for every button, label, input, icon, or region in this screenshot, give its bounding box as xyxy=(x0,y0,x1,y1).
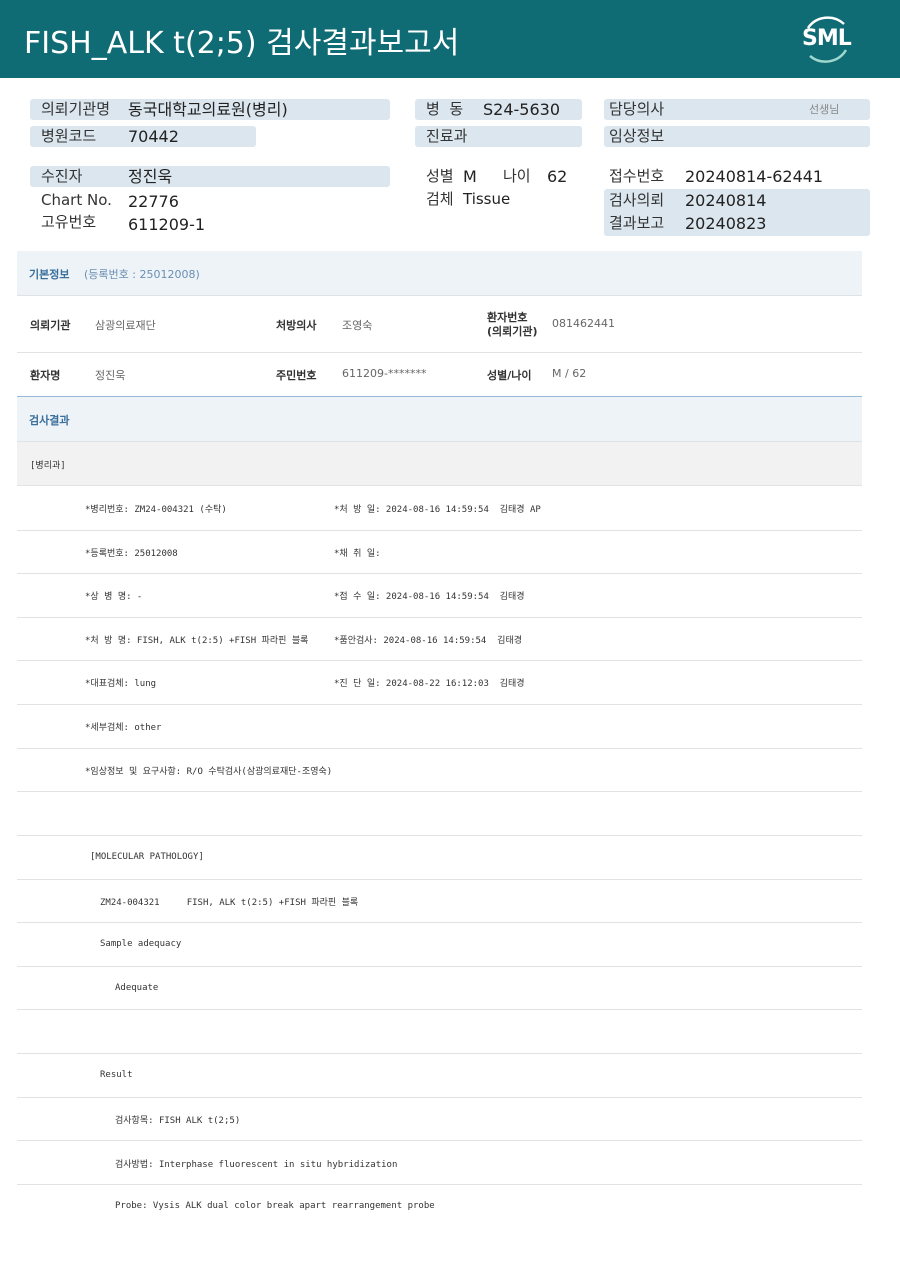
pt-no-label-2: (의뢰기관) xyxy=(487,325,538,338)
result-line-left: *상 병 명: - xyxy=(85,592,143,602)
pathology-tag: [병리과] xyxy=(30,461,66,471)
logo-text: SML xyxy=(802,26,852,51)
uid-label: 고유번호 xyxy=(41,213,97,231)
divider xyxy=(17,879,862,880)
report-value: 20240823 xyxy=(685,214,767,233)
test-method: 검사방법: Interphase fluorescent in situ hyb… xyxy=(115,1160,398,1170)
result-line-left: *처 방 명: FISH, ALK t(2:5) +FISH 파라핀 블록 xyxy=(85,636,309,646)
sexage-value: M / 62 xyxy=(552,367,587,380)
ward-value: S24-5630 xyxy=(483,100,561,119)
results-heading: 검사결과 xyxy=(29,414,70,427)
specimen-label: 검체 xyxy=(426,190,454,208)
divider xyxy=(17,1184,862,1185)
divider xyxy=(17,1097,862,1098)
chart-label: Chart No. xyxy=(41,191,112,209)
receipt-value: 20240814-62441 xyxy=(685,167,824,186)
divider xyxy=(17,352,862,353)
age-value: 62 xyxy=(547,167,568,186)
molecular-pathology-heading: [MOLECULAR PATHOLOGY] xyxy=(90,852,204,862)
patient-label: 수진자 xyxy=(41,167,83,185)
sml-logo: SML xyxy=(796,10,856,68)
case-line: ZM24-004321 FISH, ALK t(2:5) +FISH 파라핀 블… xyxy=(100,898,359,908)
inst-value: 삼광의료재단 xyxy=(95,319,156,332)
divider xyxy=(17,1053,862,1054)
receipt-label: 접수번호 xyxy=(609,167,665,185)
inst-label: 의뢰기관 xyxy=(30,319,71,332)
adequate-value: Adequate xyxy=(115,983,159,993)
result-line-left: *대표검체: lung xyxy=(85,679,157,689)
age-label: 나이 xyxy=(503,167,531,185)
presc-value: 조영숙 xyxy=(342,319,373,332)
request-label: 검사의뢰 xyxy=(609,191,665,209)
rrn-value: 611209-******* xyxy=(342,367,427,380)
result-line-right: *품안검사: 2024-08-16 14:59:54 김태경 xyxy=(334,636,523,646)
pt-no-value: 081462441 xyxy=(552,317,615,330)
divider xyxy=(17,748,862,749)
result-line-right: *채 취 일: xyxy=(334,549,381,559)
divider xyxy=(17,530,862,531)
registration-number: (등록번호 : 25012008) xyxy=(84,268,200,281)
basic-info-header: 기본정보 (등록번호 : 25012008) xyxy=(17,251,862,295)
result-line-left: *병리번호: ZM24-004321 (수탁) xyxy=(85,505,227,515)
divider xyxy=(17,1009,862,1010)
results-header: 검사결과 xyxy=(17,397,862,441)
probe-line: Probe: Vysis ALK dual color break apart … xyxy=(115,1201,435,1211)
sample-adequacy-label: Sample adequacy xyxy=(100,939,182,949)
result-line-right: *접 수 일: 2024-08-16 14:59:54 김태경 xyxy=(334,592,525,602)
basic-info-heading: 기본정보 xyxy=(29,268,70,281)
result-line-right: *처 방 일: 2024-08-16 14:59:54 김태경 AP xyxy=(334,505,541,515)
hosp-code-value: 70442 xyxy=(128,127,179,146)
sexage-label: 성별/나이 xyxy=(487,369,532,382)
request-value: 20240814 xyxy=(685,191,767,210)
divider xyxy=(17,485,862,486)
divider xyxy=(17,791,862,792)
patient-value: 정진욱 xyxy=(128,167,173,186)
report-title: FISH_ALK t(2;5) 검사결과보고서 xyxy=(24,26,460,61)
test-item: 검사항목: FISH ALK t(2;5) xyxy=(115,1116,241,1126)
name-label: 환자명 xyxy=(30,369,61,382)
result-line-left: *세부검체: other xyxy=(85,723,162,733)
divider xyxy=(17,617,862,618)
divider xyxy=(17,704,862,705)
uid-value: 611209-1 xyxy=(128,215,206,234)
patient-box xyxy=(30,166,390,187)
ward-label: 병 동 xyxy=(426,100,464,118)
doctor-suffix: 선생님 xyxy=(809,103,840,116)
rrn-label: 주민번호 xyxy=(276,369,317,382)
divider xyxy=(17,966,862,967)
dept-label: 진료과 xyxy=(426,127,468,145)
divider xyxy=(17,295,862,296)
divider xyxy=(17,922,862,923)
req-inst-value: 동국대학교의료원(병리) xyxy=(128,100,288,119)
divider xyxy=(17,835,862,836)
result-label: Result xyxy=(100,1070,133,1080)
divider xyxy=(17,573,862,574)
pathology-tag-row xyxy=(17,442,862,485)
report-label: 결과보고 xyxy=(609,214,665,232)
presc-label: 처방의사 xyxy=(276,319,317,332)
divider xyxy=(17,1140,862,1141)
result-line-left: *등록번호: 25012008 xyxy=(85,549,178,559)
name-value: 정진욱 xyxy=(95,369,126,382)
doctor-label: 담당의사 xyxy=(609,100,665,118)
clinical-label: 임상정보 xyxy=(609,127,665,145)
divider xyxy=(17,660,862,661)
result-line-left: *임상정보 및 요구사항: R/O 수탁검사(삼광의료재단-조영숙) xyxy=(85,767,333,777)
sex-label: 성별 xyxy=(426,167,454,185)
req-inst-label: 의뢰기관명 xyxy=(41,100,111,118)
header-bar: FISH_ALK t(2;5) 검사결과보고서 SML xyxy=(0,0,900,78)
hosp-code-label: 병원코드 xyxy=(41,127,97,145)
result-line-right: *진 단 일: 2024-08-22 16:12:03 김태경 xyxy=(334,679,525,689)
sex-value: M xyxy=(463,167,477,186)
chart-value: 22776 xyxy=(128,192,179,211)
specimen-value: Tissue xyxy=(463,190,511,208)
